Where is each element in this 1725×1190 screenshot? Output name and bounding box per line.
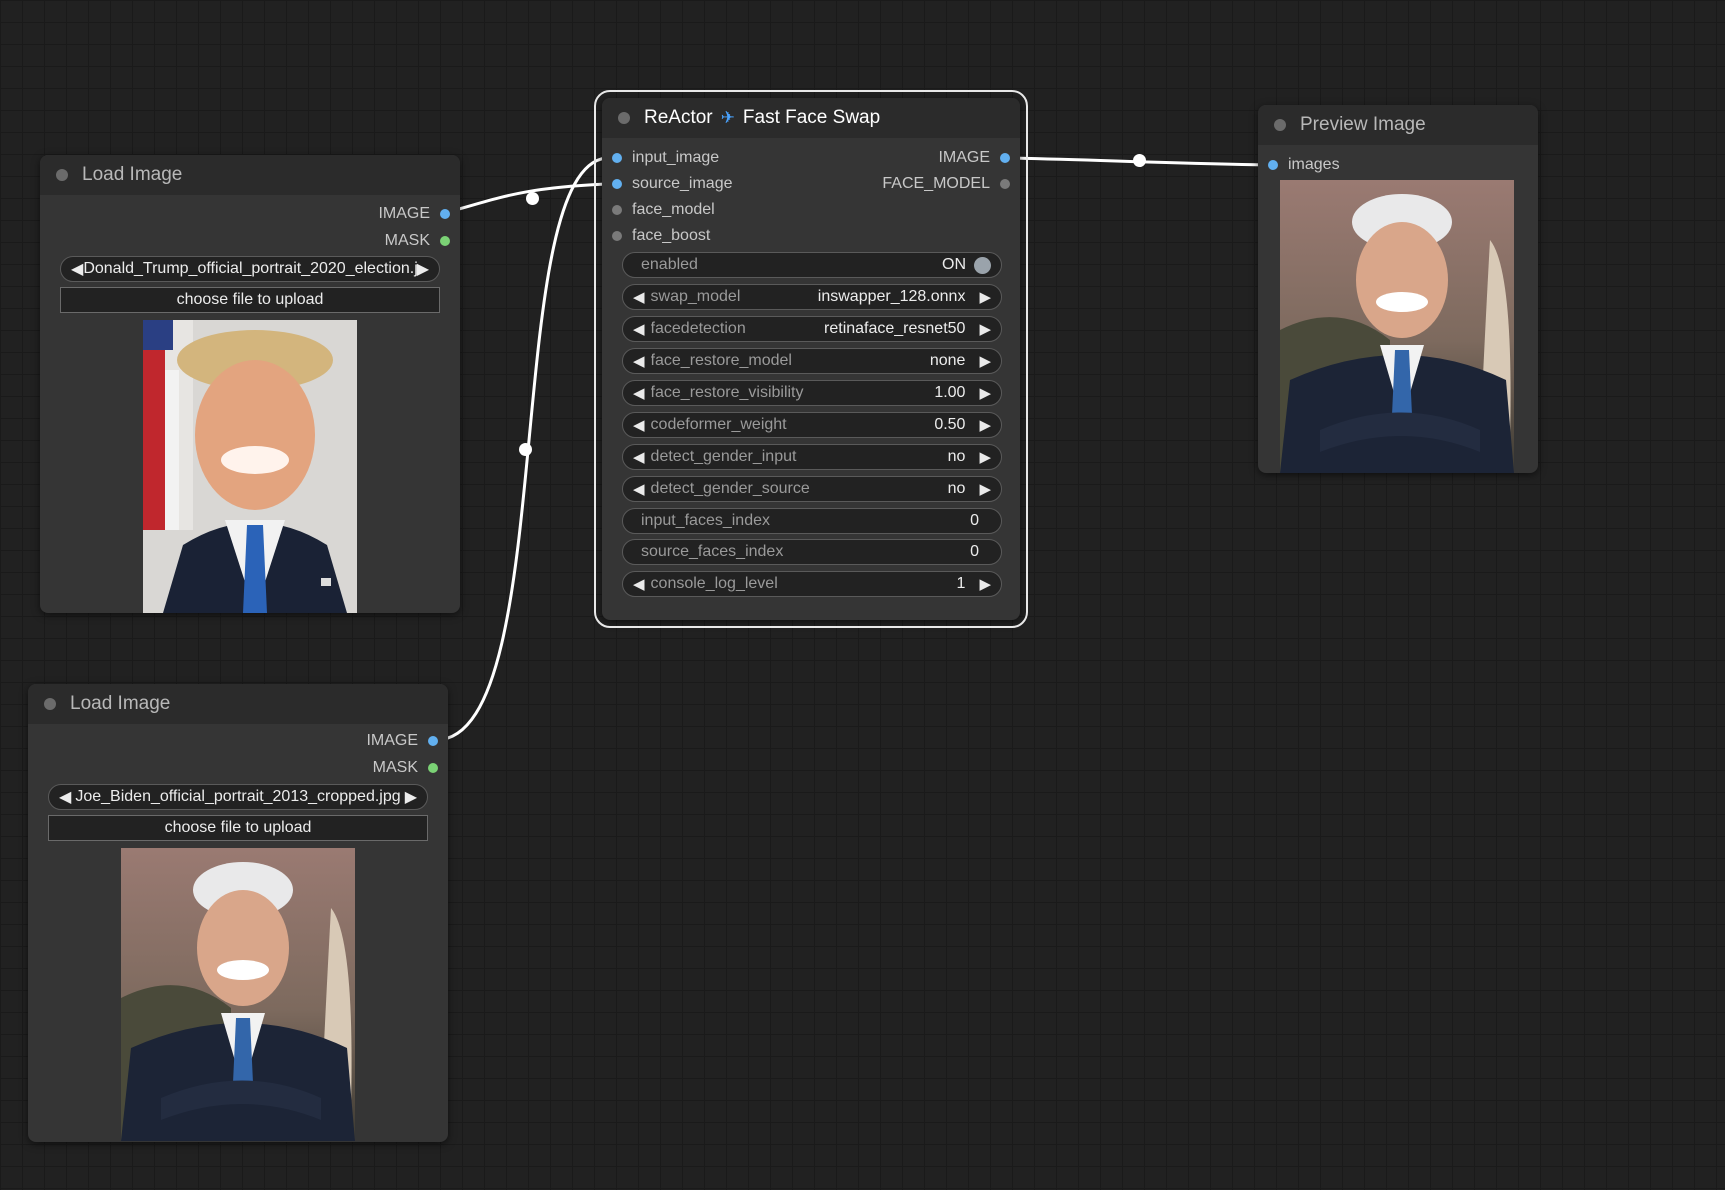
face-restore-model-select[interactable]: ◀ face_restore_model none ▶ [622, 348, 1002, 374]
enabled-toggle[interactable]: enabled ON [622, 252, 1002, 278]
slot-dot-icon[interactable] [1000, 153, 1010, 163]
input-faces-index-field[interactable]: input_faces_index 0 [622, 508, 1002, 534]
prev-arrow-icon[interactable]: ◀ [633, 320, 645, 338]
slot-dot-icon[interactable] [612, 205, 622, 215]
prev-arrow-icon[interactable]: ◀ [633, 288, 645, 306]
prev-arrow-icon[interactable]: ◀ [633, 352, 645, 370]
rocket-icon: ✈ [720, 108, 735, 127]
slot-dot-icon[interactable] [428, 736, 438, 746]
slot-dot-icon[interactable] [428, 763, 438, 773]
decrement-arrow-icon[interactable]: ◀ [633, 575, 645, 593]
slot-dot-icon[interactable] [1000, 179, 1010, 189]
prev-arrow-icon[interactable]: ◀ [59, 787, 71, 807]
input-slot-face-model[interactable]: face_model [612, 200, 715, 220]
slot-dot-icon[interactable] [612, 231, 622, 241]
output-slot-image[interactable]: IMAGE [938, 148, 1010, 168]
image-filename: Donald_Trump_official_portrait_2020_elec… [83, 260, 417, 277]
next-arrow-icon[interactable]: ▶ [979, 352, 991, 370]
upload-button[interactable]: choose file to upload [48, 815, 428, 841]
input-slot-face-boost[interactable]: face_boost [612, 226, 710, 246]
input-slot-source-image[interactable]: source_image [612, 174, 733, 194]
slot-dot-icon[interactable] [1268, 160, 1278, 170]
image-preview-biden [121, 848, 355, 1141]
increment-arrow-icon[interactable]: ▶ [979, 416, 991, 434]
facedetection-select[interactable]: ◀ facedetection retinaface_resnet50 ▶ [622, 316, 1002, 342]
slot-dot-icon[interactable] [612, 153, 622, 163]
next-arrow-icon[interactable]: ▶ [979, 320, 991, 338]
next-arrow-icon[interactable]: ▶ [405, 787, 417, 807]
next-arrow-icon[interactable]: ▶ [417, 259, 429, 279]
collapse-dot-icon[interactable] [56, 169, 68, 181]
preview-image-node[interactable]: Preview Image images [1258, 105, 1538, 473]
slot-dot-icon[interactable] [612, 179, 622, 189]
node-title-right: Fast Face Swap [742, 107, 881, 128]
increment-arrow-icon[interactable]: ▶ [979, 384, 991, 402]
slot-dot-icon[interactable] [440, 236, 450, 246]
node-title-bar[interactable]: Load Image [40, 155, 460, 195]
collapse-dot-icon[interactable] [1274, 119, 1286, 131]
prev-arrow-icon[interactable]: ◀ [633, 480, 645, 498]
node-title-bar[interactable]: Load Image [28, 684, 448, 724]
swap-model-select[interactable]: ◀ swap_model inswapper_128.onnx ▶ [622, 284, 1002, 310]
face-restore-visibility-number[interactable]: ◀ face_restore_visibility 1.00 ▶ [622, 380, 1002, 406]
detect-gender-input-select[interactable]: ◀ detect_gender_input no ▶ [622, 444, 1002, 470]
output-slot-mask[interactable]: MASK [373, 758, 438, 778]
output-slot-face-model[interactable]: FACE_MODEL [882, 174, 1010, 194]
next-arrow-icon[interactable]: ▶ [979, 288, 991, 306]
load-image-node-2[interactable]: Load Image IMAGE MASK ◀ Joe_Biden_offici… [28, 684, 448, 1142]
wire-midpoint-marker[interactable] [1133, 154, 1146, 167]
image-filename: Joe_Biden_official_portrait_2013_cropped… [75, 788, 401, 805]
detect-gender-source-select[interactable]: ◀ detect_gender_source no ▶ [622, 476, 1002, 502]
node-title-bar[interactable]: ReActor ✈ Fast Face Swap [602, 98, 1020, 138]
console-log-level-number[interactable]: ◀ console_log_level 1 ▶ [622, 571, 1002, 597]
codeformer-weight-number[interactable]: ◀ codeformer_weight 0.50 ▶ [622, 412, 1002, 438]
node-title: Load Image [82, 164, 183, 185]
source-faces-index-field[interactable]: source_faces_index 0 [622, 539, 1002, 565]
image-preview-trump [143, 320, 357, 613]
input-slot-input-image[interactable]: input_image [612, 148, 719, 168]
next-arrow-icon[interactable]: ▶ [979, 448, 991, 466]
reactor-node[interactable]: ReActor ✈ Fast Face Swap input_image sou… [594, 90, 1028, 628]
output-slot-image[interactable]: IMAGE [366, 731, 438, 751]
image-file-select[interactable]: ◀ Joe_Biden_official_portrait_2013_cropp… [48, 784, 428, 810]
image-file-select[interactable]: ◀ Donald_Trump_official_portrait_2020_el… [60, 256, 440, 282]
collapse-dot-icon[interactable] [618, 112, 630, 124]
collapse-dot-icon[interactable] [44, 698, 56, 710]
preview-output-image [1280, 180, 1514, 473]
output-slot-image[interactable]: IMAGE [378, 204, 450, 224]
increment-arrow-icon[interactable]: ▶ [979, 575, 991, 593]
slot-dot-icon[interactable] [440, 209, 450, 219]
node-title: Preview Image [1300, 114, 1426, 135]
input-slot-images[interactable]: images [1268, 155, 1340, 175]
next-arrow-icon[interactable]: ▶ [979, 480, 991, 498]
upload-button[interactable]: choose file to upload [60, 287, 440, 313]
node-title-left: ReActor [644, 107, 713, 128]
decrement-arrow-icon[interactable]: ◀ [633, 416, 645, 434]
output-slot-mask[interactable]: MASK [385, 231, 450, 251]
prev-arrow-icon[interactable]: ◀ [71, 259, 83, 279]
decrement-arrow-icon[interactable]: ◀ [633, 384, 645, 402]
load-image-node-1[interactable]: Load Image IMAGE MASK ◀ Donald_Trump_off… [40, 155, 460, 613]
wire-midpoint-marker[interactable] [519, 443, 532, 456]
node-title-bar[interactable]: Preview Image [1258, 105, 1538, 145]
prev-arrow-icon[interactable]: ◀ [633, 448, 645, 466]
node-title: Load Image [70, 693, 171, 714]
wire-midpoint-marker[interactable] [526, 192, 539, 205]
toggle-knob[interactable] [974, 256, 991, 274]
